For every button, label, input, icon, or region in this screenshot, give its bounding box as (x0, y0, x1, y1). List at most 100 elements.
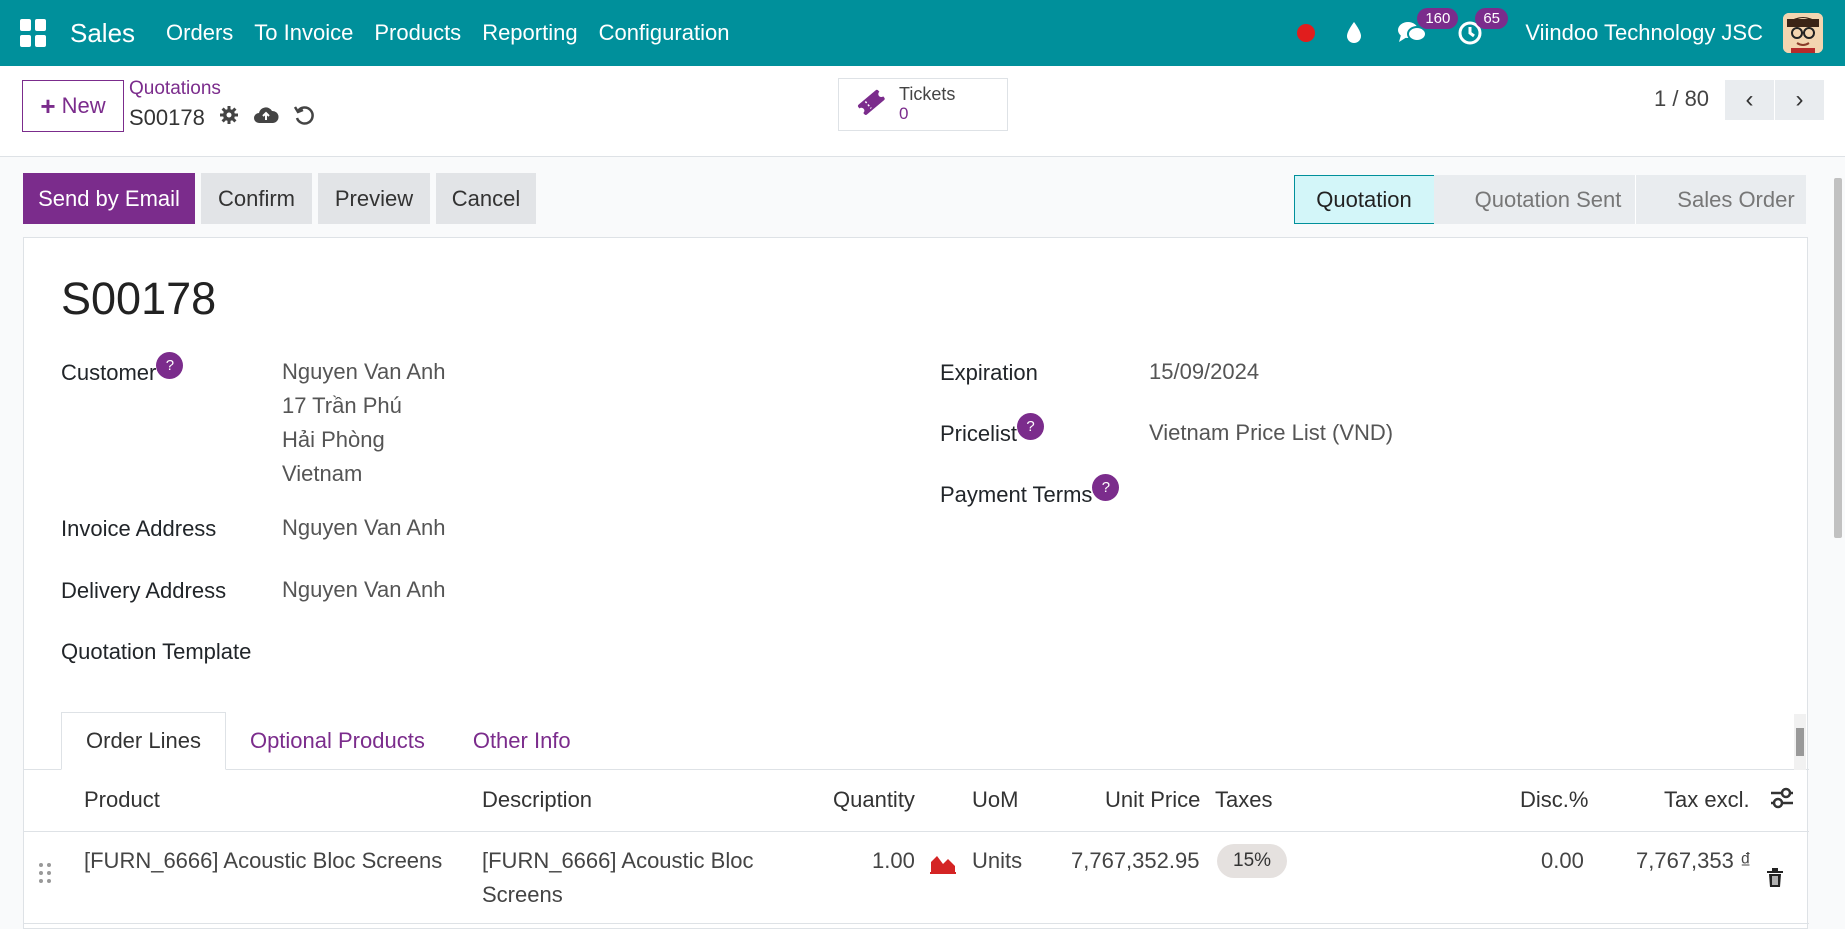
row-description-line1: [FURN_6666] Acoustic Bloc (482, 848, 754, 873)
column-unit-price[interactable]: Unit Price (1105, 787, 1200, 813)
tickets-smart-button[interactable]: Tickets 0 (838, 78, 1008, 131)
invoice-address-field[interactable]: Nguyen Van Anh (282, 511, 446, 545)
customer-street: 17 Trần Phú (282, 393, 402, 418)
trash-icon[interactable] (1766, 864, 1784, 898)
row-discount[interactable]: 0.00 (1541, 844, 1584, 878)
row-uom[interactable]: Units (972, 844, 1022, 878)
customer-label-text: Customer (61, 360, 157, 385)
quotation-template-label: Quotation Template (61, 639, 252, 664)
new-button-label: New (61, 93, 106, 118)
tab-order-lines[interactable]: Order Lines (61, 712, 226, 770)
preview-button[interactable]: Preview (318, 173, 430, 224)
row-description[interactable]: [FURN_6666] Acoustic Bloc Screens (482, 844, 753, 912)
page-scrollbar[interactable] (1833, 168, 1843, 929)
messages-badge: 160 (1417, 8, 1459, 29)
column-uom[interactable]: UoM (972, 787, 1018, 813)
pager-previous-button[interactable]: ‹ (1725, 80, 1774, 120)
cancel-button[interactable]: Cancel (436, 173, 536, 224)
activities-clock-icon[interactable]: 65 (1455, 8, 1508, 48)
app-brand[interactable]: Sales (70, 18, 135, 49)
expiration-field[interactable]: 15/09/2024 (1149, 355, 1259, 389)
customer-field[interactable]: Nguyen Van Anh 17 Trần Phú Hải Phòng Vie… (282, 355, 446, 491)
delivery-address-label: Delivery Address (61, 578, 227, 603)
delivery-address-field[interactable]: Nguyen Van Anh (282, 573, 446, 607)
breadcrumb-current-label: S00178 (129, 105, 205, 130)
row-quantity[interactable]: 1.00 (872, 844, 915, 878)
stage-sales-order[interactable]: Sales Order (1636, 175, 1806, 224)
payment-terms-field[interactable] (1149, 477, 1549, 511)
form-sheet: S00178 Customer? Nguyen Van Anh 17 Trần … (23, 237, 1809, 929)
payment-terms-label-text: Payment Terms (940, 482, 1093, 507)
tickets-label: Tickets (899, 84, 956, 104)
menu-products[interactable]: Products (374, 20, 461, 46)
control-panel: + New Quotations S00178 Tickets 0 1 / 80… (0, 66, 1845, 157)
expiration-label: Expiration (940, 360, 1038, 385)
user-avatar[interactable] (1783, 13, 1823, 53)
menu-orders[interactable]: Orders (166, 20, 233, 46)
send-by-email-button[interactable]: Send by Email (23, 173, 195, 224)
invoice-address-label: Invoice Address (61, 516, 217, 541)
activities-badge: 65 (1475, 8, 1508, 29)
save-cloud-icon[interactable] (253, 105, 279, 131)
customer-country: Vietnam (282, 461, 363, 486)
customer-label: Customer? (61, 352, 184, 386)
column-taxes[interactable]: Taxes (1215, 787, 1272, 813)
column-description[interactable]: Description (482, 787, 592, 813)
breadcrumb-quotations[interactable]: Quotations (129, 78, 221, 100)
menu-reporting[interactable]: Reporting (482, 20, 577, 46)
row-unit-price[interactable]: 7,767,352.95 (1071, 844, 1199, 878)
page-scrollbar-thumb[interactable] (1834, 178, 1842, 538)
row-product[interactable]: [FURN_6666] Acoustic Bloc Screens (84, 844, 442, 878)
chevron-left-icon: ‹ (1745, 86, 1754, 113)
menu-configuration[interactable]: Configuration (599, 20, 730, 46)
header-divider (24, 831, 1809, 832)
new-button[interactable]: + New (22, 80, 124, 132)
customer-city: Hải Phòng (282, 427, 385, 452)
top-navbar: Sales Orders To Invoice Products Reporti… (0, 0, 1845, 66)
chevron-right-icon: › (1795, 86, 1804, 113)
drag-handle-icon[interactable] (38, 860, 52, 894)
pricelist-field[interactable]: Vietnam Price List (VND) (1149, 416, 1393, 450)
column-product[interactable]: Product (84, 787, 160, 813)
tax-tag[interactable]: 15% (1217, 844, 1288, 878)
plus-icon: + (40, 90, 56, 121)
notebook-tabs: Order Lines Optional Products Other Info (61, 712, 595, 770)
apps-menu-icon[interactable] (20, 19, 48, 47)
optional-columns-toggle-icon[interactable] (1769, 786, 1795, 816)
stage-quotation[interactable]: Quotation (1294, 175, 1434, 224)
row-description-line2: Screens (482, 882, 563, 907)
breadcrumb-current: S00178 (129, 104, 315, 132)
tab-other-info[interactable]: Other Info (449, 712, 595, 770)
menu-to-invoice[interactable]: To Invoice (254, 20, 353, 46)
stage-quotation-sent[interactable]: Quotation Sent (1434, 175, 1636, 224)
tabs-scrollbar[interactable] (1794, 714, 1806, 770)
row-subtotal: 7,767,353 ₫ (1636, 848, 1752, 873)
payment-terms-label: Payment Terms? (940, 474, 1120, 508)
help-icon[interactable]: ? (1092, 474, 1120, 501)
help-icon[interactable]: ? (1017, 413, 1045, 440)
column-tax-excl[interactable]: Tax excl. (1664, 787, 1750, 813)
drop-icon[interactable] (1339, 18, 1369, 48)
row-divider (24, 923, 1809, 924)
tab-optional-products[interactable]: Optional Products (226, 712, 449, 770)
recording-indicator-icon[interactable] (1297, 24, 1316, 42)
pager-value[interactable]: 1 / 80 (1654, 86, 1709, 112)
forecast-chart-icon[interactable] (930, 850, 956, 884)
messages-icon[interactable]: 160 (1397, 8, 1459, 48)
confirm-button[interactable]: Confirm (201, 173, 312, 224)
ticket-icon (855, 86, 887, 123)
company-switcher[interactable]: Viindoo Technology JSC (1525, 20, 1763, 46)
pricelist-label-text: Pricelist (940, 421, 1018, 446)
pager-next-button[interactable]: › (1775, 80, 1824, 120)
quotation-template-field[interactable] (282, 634, 582, 668)
status-bar: Quotation Quotation Sent Sales Order (1294, 175, 1806, 224)
column-discount[interactable]: Disc.% (1520, 787, 1588, 813)
discard-undo-icon[interactable] (293, 104, 315, 132)
pricelist-label: Pricelist? (940, 413, 1045, 447)
tickets-count: 0 (899, 104, 909, 123)
column-quantity[interactable]: Quantity (833, 787, 915, 813)
gear-icon[interactable] (219, 105, 239, 131)
help-icon[interactable]: ? (156, 352, 184, 379)
customer-name: Nguyen Van Anh (282, 359, 446, 384)
order-title: S00178 (61, 273, 217, 324)
